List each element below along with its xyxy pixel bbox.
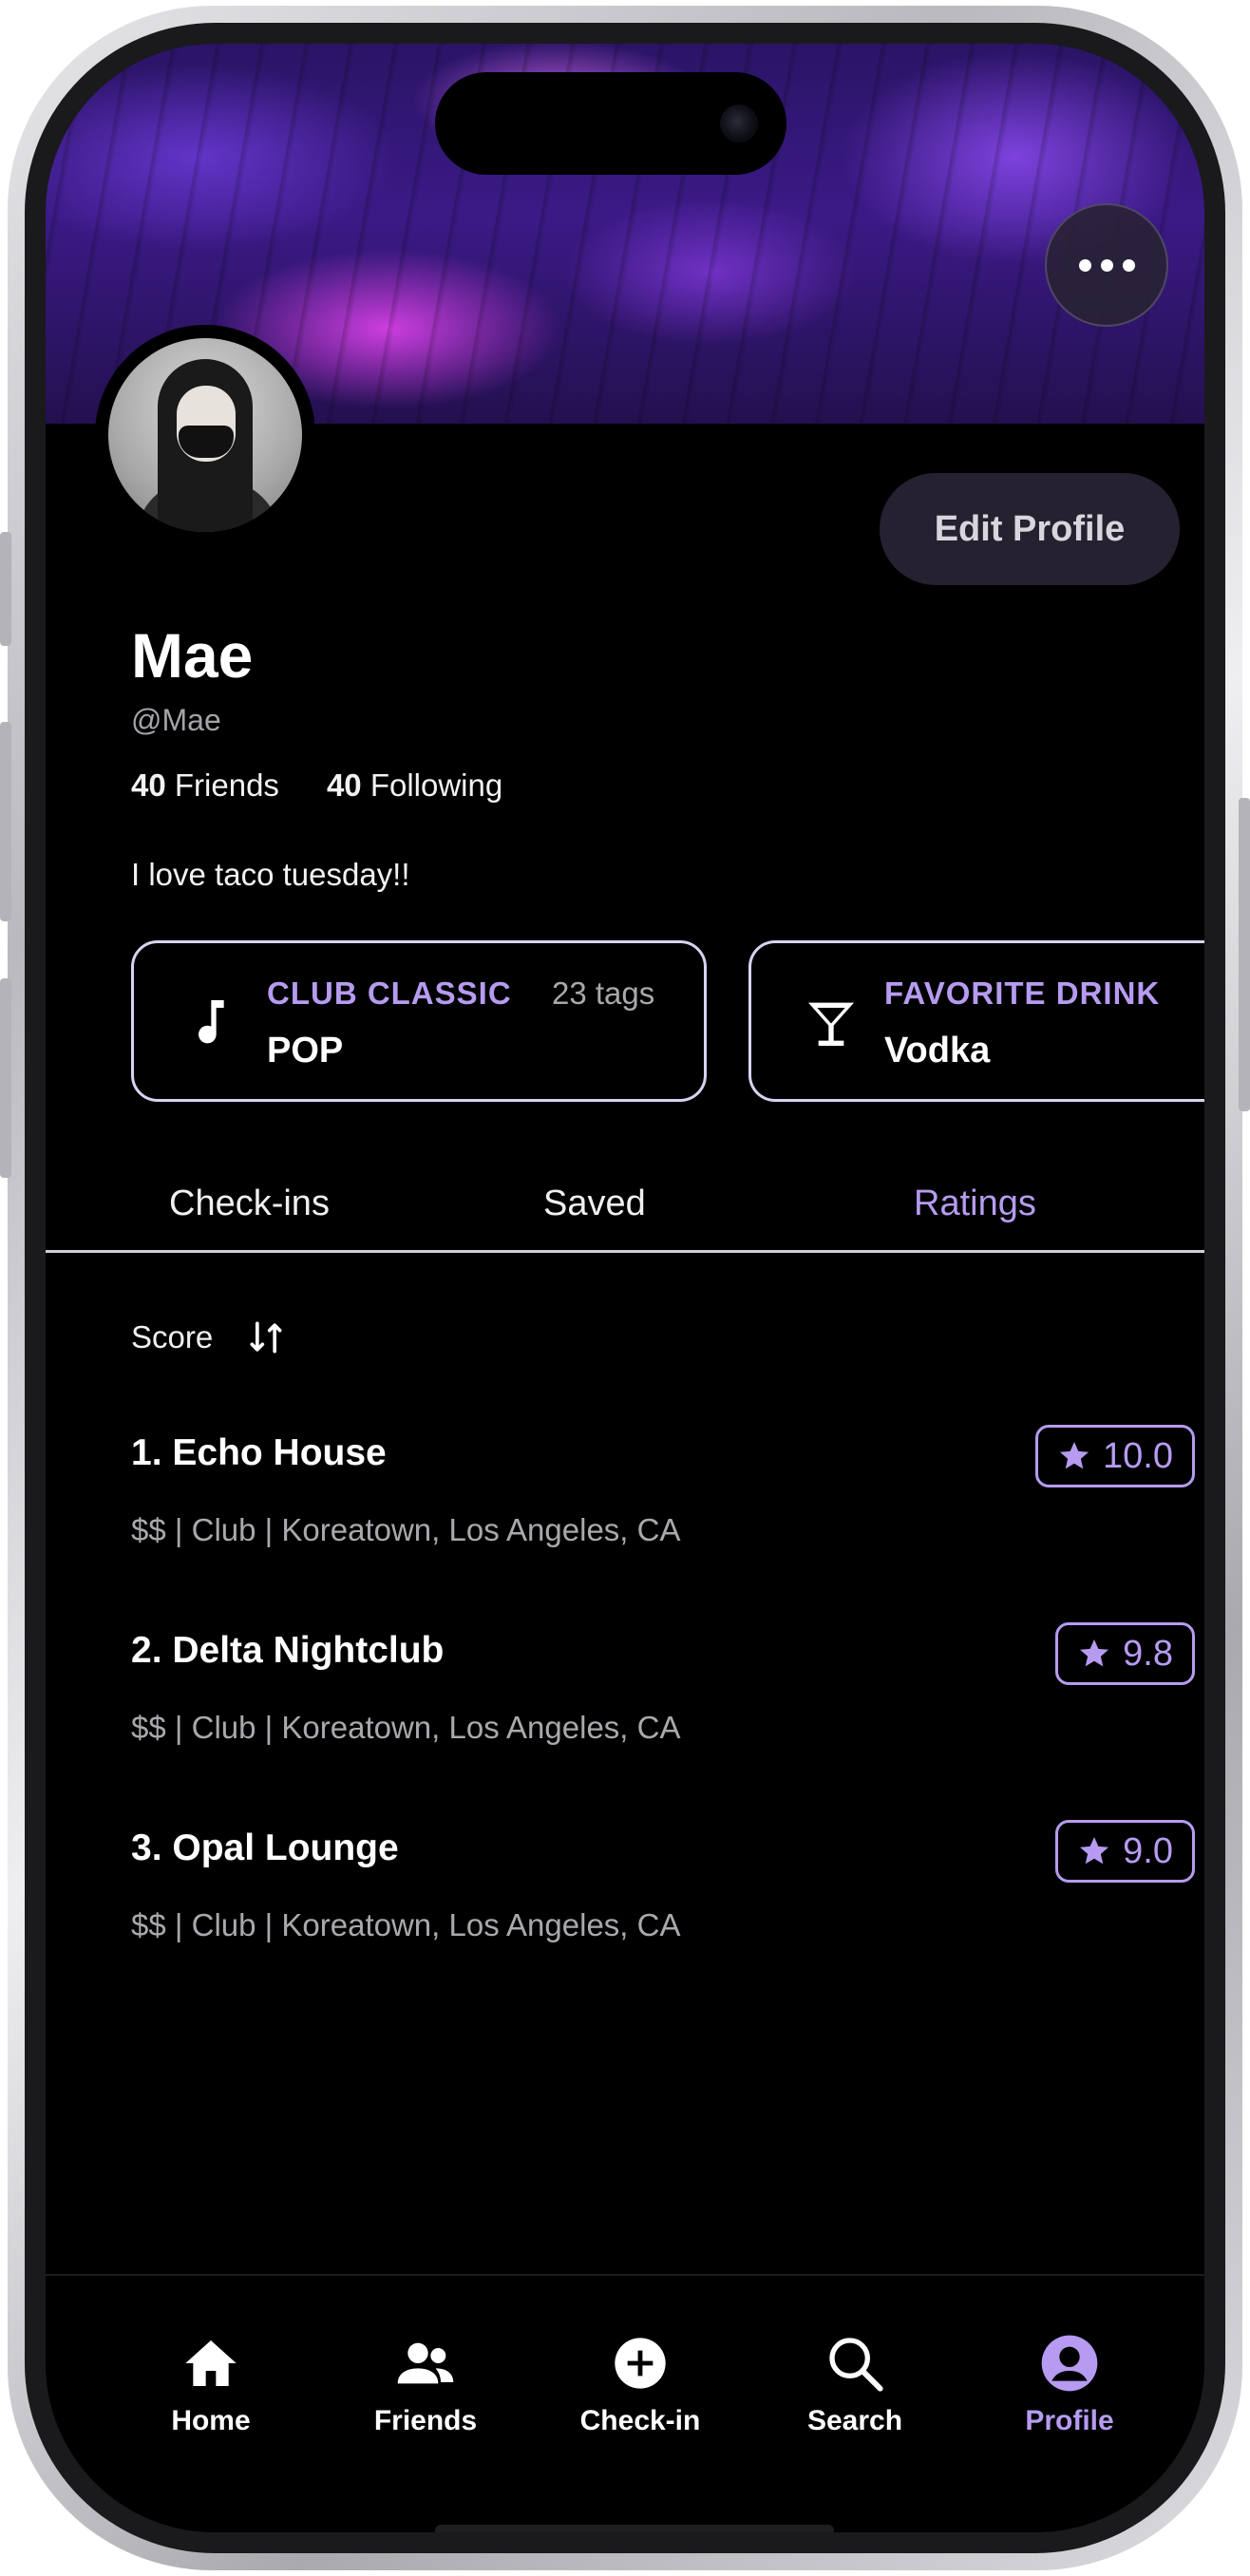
star-icon — [1080, 1837, 1109, 1865]
cocktail-icon — [808, 1002, 854, 1046]
music-note-icon — [199, 1000, 224, 1044]
profile-icon — [1041, 2335, 1098, 2392]
venue-meta: $$ | Club | Koreatown, Los Angeles, CA — [131, 1710, 681, 1745]
nav-label: Profile — [1025, 2405, 1114, 2436]
sort-control[interactable]: Score — [131, 1316, 287, 1358]
score-value: 10.0 — [1103, 1435, 1173, 1476]
venue-meta: $$ | Club | Koreatown, Los Angeles, CA — [131, 1512, 681, 1547]
card-title: CLUB CLASSIC — [267, 975, 512, 1011]
friends-label: Friends — [174, 767, 279, 803]
star-icon — [1060, 1442, 1089, 1469]
tab-check-ins[interactable]: Check-ins — [169, 1184, 330, 1224]
friends-count: 40 — [131, 767, 166, 803]
rating-row[interactable]: 3. Opal Lounge $$ | Club | Koreatown, Lo… — [131, 1820, 1195, 1970]
nav-label: Home — [171, 2405, 251, 2436]
friends-icon — [397, 2342, 454, 2384]
phone-bezel: Edit Profile Mae @Mae 40 Friends 40 Foll… — [25, 23, 1225, 2553]
card-value: Vodka — [884, 1031, 991, 1070]
score-badge: 10.0 — [1035, 1425, 1195, 1487]
venue-meta: $$ | Club | Koreatown, Los Angeles, CA — [131, 1907, 681, 1942]
nav-home[interactable]: Home — [116, 2333, 306, 2437]
following-label: Following — [369, 767, 503, 803]
search-icon — [829, 2338, 883, 2392]
bottom-tab-bar: Home Friends Check-in Search Profile — [46, 2274, 1204, 2532]
card-title: FAVORITE DRINK — [884, 975, 1161, 1011]
profile-stats: 40 Friends 40 Following — [131, 767, 502, 804]
nav-label: Friends — [373, 2405, 478, 2436]
home-icon — [185, 2340, 237, 2386]
nav-search[interactable]: Search — [760, 2333, 950, 2437]
venue-name: 3. Opal Lounge — [131, 1828, 399, 1868]
favorite-drink-card[interactable]: FAVORITE DRINK Vodka — [748, 940, 1204, 1102]
score-badge: 9.8 — [1055, 1622, 1195, 1685]
profile-tabs: Check-ins Saved Ratings — [46, 1184, 1204, 1279]
card-tags: 23 tags — [552, 975, 655, 1011]
friends-stat[interactable]: 40 Friends — [131, 767, 279, 804]
home-indicator — [435, 2525, 834, 2532]
dynamic-island — [435, 72, 786, 175]
tab-ratings[interactable]: Ratings — [914, 1184, 1036, 1224]
nav-label: Search — [806, 2405, 903, 2436]
nav-friends[interactable]: Friends — [331, 2333, 521, 2437]
edit-profile-button[interactable]: Edit Profile — [880, 473, 1180, 585]
power-button — [1239, 798, 1250, 1111]
phone-frame: Edit Profile Mae @Mae 40 Friends 40 Foll… — [8, 6, 1242, 2570]
front-camera — [720, 104, 758, 142]
nav-label: Check-in — [579, 2405, 701, 2436]
score-badge: 9.0 — [1055, 1820, 1195, 1883]
nav-profile[interactable]: Profile — [975, 2333, 1165, 2437]
score-value: 9.0 — [1123, 1830, 1173, 1871]
venue-name: 2. Delta Nightclub — [131, 1630, 445, 1671]
rating-row[interactable]: 2. Delta Nightclub $$ | Club | Koreatown… — [131, 1622, 1195, 1772]
more-dot — [1100, 258, 1113, 272]
more-options-button[interactable] — [1045, 203, 1168, 327]
card-value: POP — [267, 1031, 344, 1070]
tab-saved[interactable]: Saved — [543, 1184, 646, 1224]
profile-handle: @Mae — [131, 703, 221, 737]
profile-name: Mae — [131, 620, 254, 691]
venue-name: 1. Echo House — [131, 1432, 387, 1473]
profile-bio: I love taco tuesday!! — [131, 857, 410, 892]
avatar-figure-mask — [179, 426, 234, 458]
sort-icon — [250, 1321, 282, 1354]
following-stat[interactable]: 40 Following — [327, 767, 502, 804]
nav-check-in[interactable]: Check-in — [545, 2333, 735, 2437]
plus-circle-icon — [615, 2338, 666, 2389]
volume-down-button — [0, 978, 11, 1178]
score-value: 9.8 — [1123, 1633, 1173, 1674]
avatar-photo — [108, 338, 302, 532]
avatar[interactable] — [95, 325, 315, 545]
star-icon — [1080, 1639, 1109, 1667]
volume-up-button — [0, 722, 11, 921]
following-count: 40 — [326, 767, 362, 803]
more-dot — [1078, 258, 1091, 272]
app-screen: Edit Profile Mae @Mae 40 Friends 40 Foll… — [46, 44, 1204, 2532]
rating-row[interactable]: 1. Echo House $$ | Club | Koreatown, Los… — [131, 1425, 1195, 1575]
club-classic-card[interactable]: CLUB CLASSIC 23 tags POP — [131, 940, 707, 1102]
mute-switch — [0, 532, 11, 646]
more-dot — [1122, 258, 1135, 272]
tabs-divider — [46, 1250, 1204, 1253]
sort-label: Score — [131, 1319, 214, 1354]
